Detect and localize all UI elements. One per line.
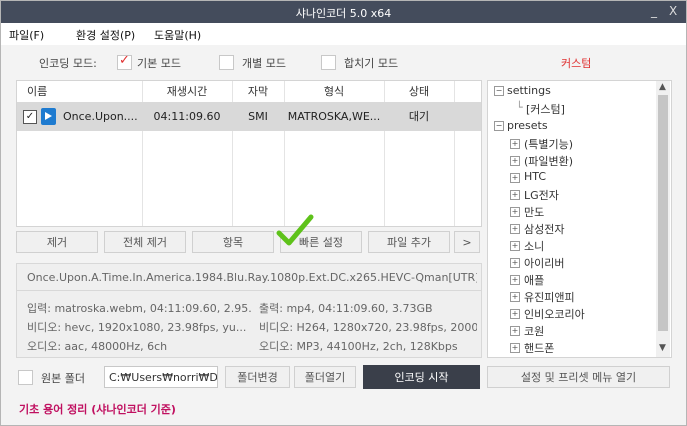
info-filename: Once.Upon.A.Time.In.America.1984.Blu.Ray…: [27, 271, 477, 284]
tree-node[interactable]: 인비오코리아: [524, 306, 585, 322]
table-row[interactable]: ✓ Once.Upon.... 04:11:09.60 SMI MATROSKA…: [17, 103, 481, 131]
info-video-input: 비디오: hevc, 1920x1080, 23.98fps, yu...: [27, 321, 247, 334]
menu-help[interactable]: 도움말(H): [154, 27, 201, 43]
cell-status: 대기: [408, 110, 430, 123]
remove-all-button[interactable]: 전체 제거: [104, 231, 186, 253]
tree-node[interactable]: 만도: [524, 204, 544, 220]
row-checkbox[interactable]: ✓: [23, 110, 37, 124]
info-divider: [17, 290, 481, 291]
tree-scrollbar[interactable]: ▲ ▼: [656, 81, 670, 357]
original-folder-label[interactable]: 원본 폴더: [41, 370, 85, 386]
tree-connector: └: [516, 101, 523, 114]
scrollbar-thumb[interactable]: [658, 95, 668, 331]
info-input: 입력: matroska.webm, 04:11:09.60, 2.95...: [27, 302, 252, 315]
original-folder-checkbox[interactable]: [18, 370, 33, 385]
basic-mode-checkbox[interactable]: ✓: [117, 53, 132, 70]
cell-format: MATROSKA,WE...: [287, 110, 381, 123]
collapse-icon[interactable]: −: [494, 121, 504, 131]
tree-node[interactable]: 아이리버: [524, 255, 564, 271]
tree-node[interactable]: 유진피앤피: [524, 289, 575, 305]
minimize-button[interactable]: _: [651, 4, 657, 18]
scroll-down-icon[interactable]: ▼: [659, 343, 666, 353]
scroll-up-icon[interactable]: ▲: [659, 82, 666, 92]
green-checkmark-icon: [276, 214, 314, 246]
expand-icon[interactable]: +: [510, 326, 520, 336]
merge-mode-label[interactable]: 합치기 모드: [344, 55, 398, 71]
app-window: 샤나인코더 5.0 x64 _ X 파일(F) 환경 설정(P) 도움말(H) …: [0, 0, 687, 426]
settings-preset-menu-button[interactable]: 설정 및 프리셋 메뉴 열기: [487, 366, 670, 388]
tree-node[interactable]: 애플: [524, 272, 544, 288]
encoding-mode-bar: 인코딩 모드: ✓ 기본 모드 개별 모드 합치기 모드 커스텀: [1, 45, 686, 79]
tree-node[interactable]: 핸드폰: [524, 340, 554, 356]
expand-icon[interactable]: +: [510, 292, 520, 302]
custom-preset-label[interactable]: 커스텀: [561, 55, 591, 71]
basic-mode-label[interactable]: 기본 모드: [137, 55, 181, 71]
tree-node[interactable]: LG전자: [524, 187, 559, 203]
expand-icon[interactable]: +: [510, 309, 520, 319]
column-header-duration[interactable]: 재생시간: [142, 81, 232, 102]
video-file-icon: [41, 108, 56, 125]
check-icon: ✓: [119, 53, 130, 68]
tree-node[interactable]: HTC: [524, 170, 546, 183]
tree-node[interactable]: (파일변환): [524, 153, 573, 169]
expand-icon[interactable]: +: [510, 156, 520, 166]
tree-node-custom[interactable]: [커스텀]: [526, 101, 565, 117]
info-audio-output: 오디오: MP3, 44100Hz, 2ch, 128Kbps: [259, 340, 458, 353]
footer-bar: 기초 용어 정리 (샤나인코더 기준): [1, 397, 686, 425]
file-info-panel: Once.Upon.A.Time.In.America.1984.Blu.Ray…: [16, 263, 482, 358]
output-path-field[interactable]: C:₩Users₩norri₩Des: [104, 366, 218, 388]
expand-icon[interactable]: +: [510, 173, 520, 183]
expand-icon[interactable]: +: [510, 224, 520, 234]
open-folder-button[interactable]: 폴더열기: [294, 366, 356, 388]
footer-caption: 기초 용어 정리 (샤나인코더 기준): [19, 403, 176, 416]
column-header-subtitle[interactable]: 자막: [232, 81, 284, 102]
tree-node-settings[interactable]: settings: [507, 84, 551, 97]
cell-name: Once.Upon....: [63, 110, 138, 123]
individual-mode-label[interactable]: 개별 모드: [242, 55, 286, 71]
title-bar: 샤나인코더 5.0 x64 _ X: [1, 1, 686, 23]
expand-icon[interactable]: +: [510, 275, 520, 285]
expand-icon[interactable]: +: [510, 190, 520, 200]
collapse-icon[interactable]: −: [494, 86, 504, 96]
window-title: 샤나인코더 5.0 x64: [295, 7, 392, 20]
menu-preferences[interactable]: 환경 설정(P): [76, 27, 135, 43]
menu-file[interactable]: 파일(F): [9, 27, 44, 43]
expand-icon[interactable]: +: [510, 241, 520, 251]
tree-node[interactable]: 소니: [524, 238, 544, 254]
add-file-button[interactable]: 파일 추가: [368, 231, 450, 253]
column-header-status[interactable]: 상태: [384, 81, 454, 102]
expand-icon[interactable]: +: [510, 258, 520, 268]
column-header-format[interactable]: 형식: [284, 81, 384, 102]
encoding-mode-label: 인코딩 모드:: [39, 57, 97, 70]
column-header-name[interactable]: 이름: [17, 81, 142, 102]
close-button[interactable]: X: [669, 4, 677, 18]
change-folder-button[interactable]: 폴더변경: [225, 366, 290, 388]
tree-node-presets[interactable]: presets: [507, 119, 548, 132]
expand-icon[interactable]: +: [510, 343, 520, 353]
merge-mode-checkbox[interactable]: [321, 55, 336, 70]
start-encoding-button[interactable]: 인코딩 시작: [363, 365, 480, 389]
info-output: 출력: mp4, 04:11:09.60, 3.73GB: [259, 302, 433, 315]
tree-node[interactable]: (특별기능): [524, 136, 573, 152]
menu-bar: 파일(F) 환경 설정(P) 도움말(H): [1, 23, 686, 45]
individual-mode-checkbox[interactable]: [219, 55, 234, 70]
tree-node[interactable]: 코원: [524, 323, 544, 339]
expand-icon[interactable]: +: [510, 207, 520, 217]
expand-icon[interactable]: +: [510, 139, 520, 149]
info-audio-input: 오디오: aac, 48000Hz, 6ch: [27, 340, 168, 353]
tree-node[interactable]: 삼성전자: [524, 221, 564, 237]
cell-duration: 04:11:09.60: [153, 110, 221, 123]
file-table: 이름 재생시간 자막 형식 상태 ✓ Once.Upon.... 04:11:0…: [16, 80, 482, 227]
info-video-output: 비디오: H264, 1280x720, 23.98fps, 2000...: [259, 321, 477, 334]
cell-subtitle: SMI: [248, 110, 268, 123]
preset-tree: − settings └ [커스텀] − presets + (특별기능) + (파…: [487, 80, 672, 358]
items-button[interactable]: 항목: [192, 231, 274, 253]
remove-button[interactable]: 제거: [16, 231, 98, 253]
more-button[interactable]: >: [454, 231, 480, 253]
